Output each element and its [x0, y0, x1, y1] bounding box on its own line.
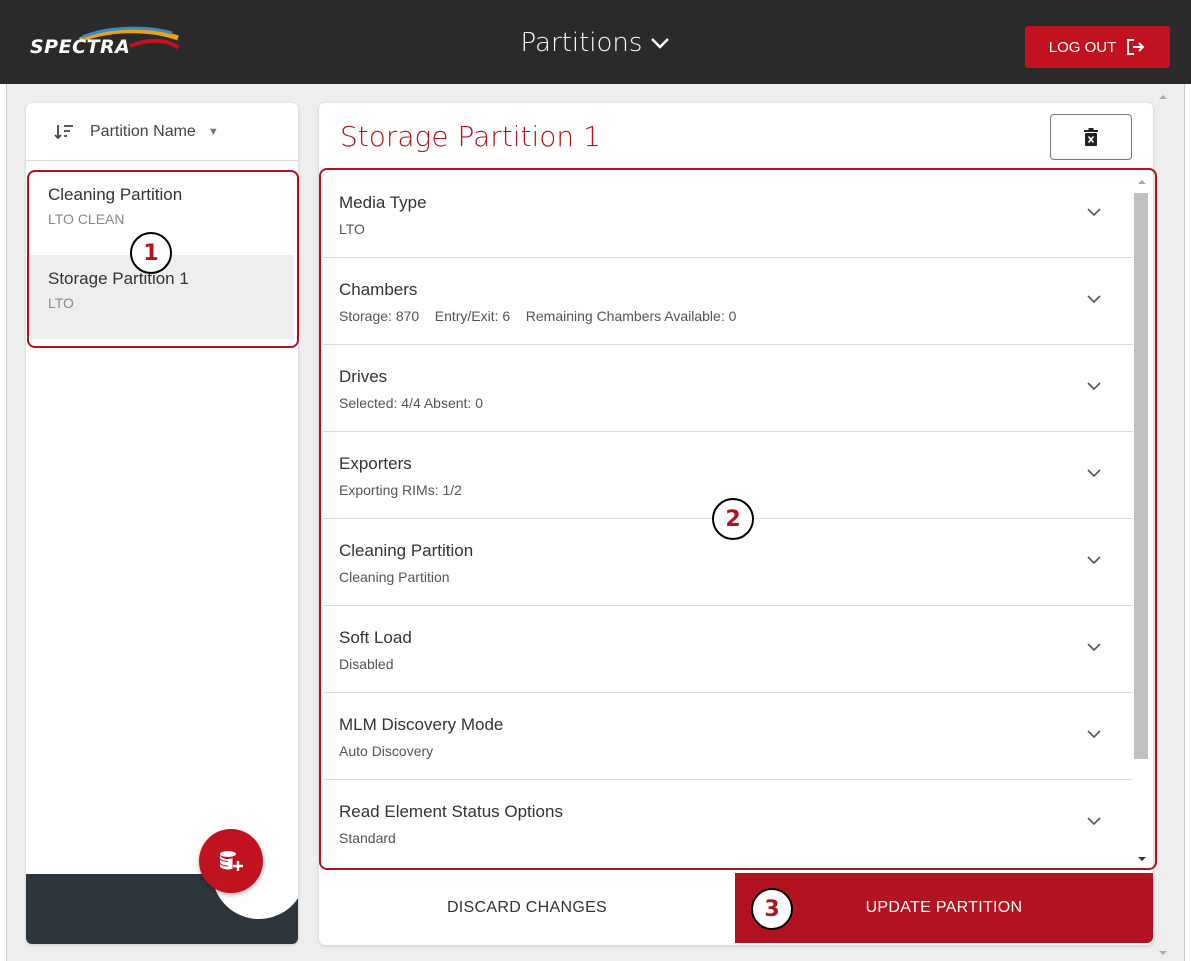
sort-control[interactable]: Partition Name ▼ — [26, 103, 298, 161]
callout-number-1: 1 — [130, 232, 172, 274]
partition-detail-title: Storage Partition 1 — [340, 120, 601, 153]
top-bar: SPECTRA Partitions LOG OUT — [0, 0, 1191, 84]
page-title: Partitions — [520, 28, 643, 58]
update-partition-label: UPDATE PARTITION — [865, 899, 1023, 916]
sort-dropdown-arrow-icon: ▼ — [207, 125, 219, 138]
callout-number-2: 2 — [712, 498, 754, 540]
delete-icon — [1084, 128, 1098, 146]
page-scroll-down-icon[interactable] — [1158, 948, 1168, 958]
add-partition-icon — [219, 851, 243, 871]
chevron-down-icon — [651, 38, 670, 49]
add-partition-button[interactable] — [199, 829, 263, 893]
logout-icon — [1127, 39, 1145, 55]
discard-changes-button[interactable]: DISCARD CHANGES — [319, 873, 735, 943]
page-scroll-up-icon[interactable] — [1158, 92, 1168, 102]
page-title-dropdown[interactable]: Partitions — [521, 28, 671, 58]
update-partition-button[interactable]: UPDATE PARTITION — [735, 873, 1153, 943]
discard-changes-label: DISCARD CHANGES — [446, 899, 608, 916]
delete-partition-button[interactable] — [1050, 114, 1132, 160]
sort-label: Partition Name — [90, 122, 196, 140]
callout-number-3: 3 — [751, 888, 793, 930]
logout-label: LOG OUT — [1048, 38, 1117, 56]
sort-icon — [54, 124, 73, 139]
page-title-area: Partitions — [0, 28, 1191, 58]
logout-button[interactable]: LOG OUT — [1025, 26, 1170, 68]
